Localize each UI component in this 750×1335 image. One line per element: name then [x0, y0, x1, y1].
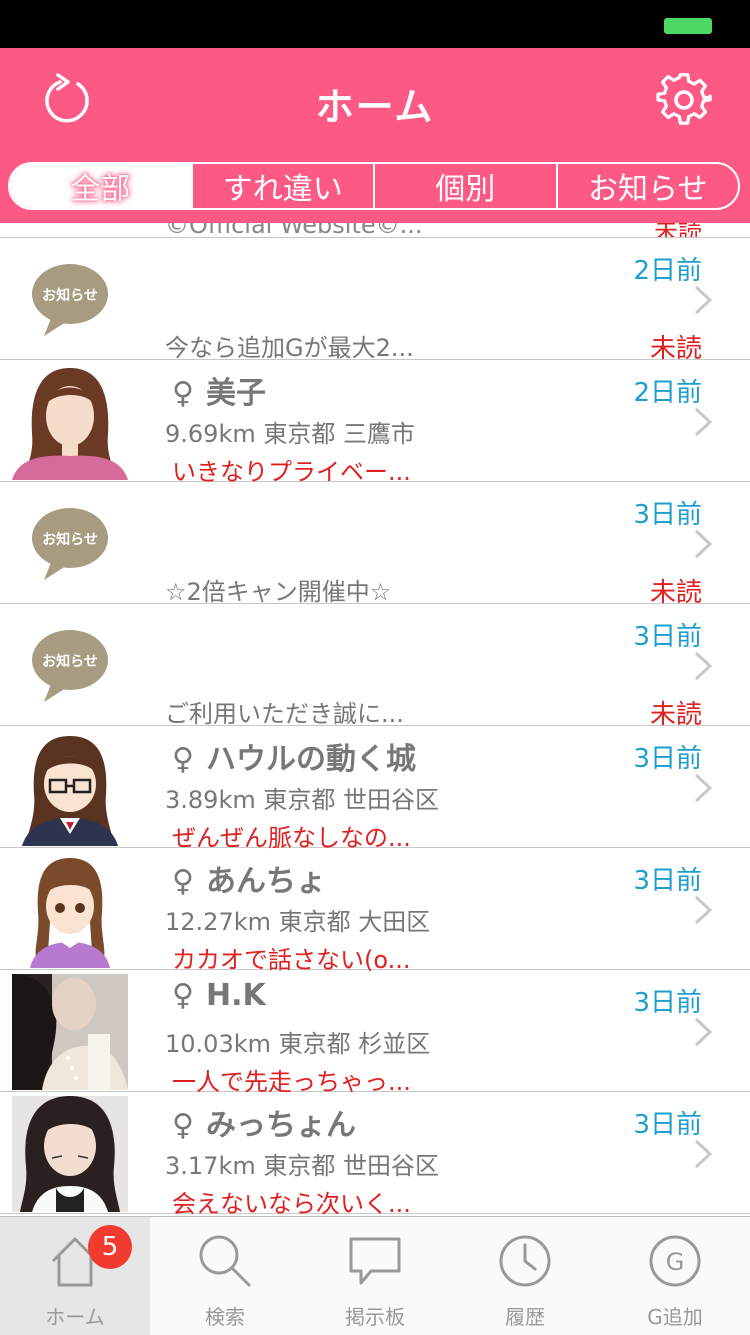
notification-badge: 5 [88, 1225, 132, 1269]
list-item[interactable]: お知らせ 3日前 ☆2倍キャン開催中☆ 未読 [0, 482, 750, 608]
time-label: 3日前 [633, 988, 702, 1018]
female-icon: ♀ [172, 742, 194, 777]
time-label: 3日前 [633, 622, 702, 652]
chevron-right-icon [694, 773, 713, 803]
female-icon: ♀ [172, 978, 194, 1013]
avatar[interactable] [12, 1096, 128, 1212]
list-item[interactable]: ♀ ハウルの動く城 3日前 3.89km 東京都 世田谷区 ぜんぜん脈なしなの..… [0, 726, 750, 852]
list-item[interactable]: ♀ 美子 2日前 9.69km 東京都 三鷹市 いきなりプライベー... [0, 360, 750, 486]
notice-bubble-icon: お知らせ [32, 630, 108, 702]
list-item[interactable]: ♀ H.K 3日前 10.03km 東京都 杉並区 一人で先走っちゃっ... [0, 970, 750, 1096]
female-icon: ♀ [172, 376, 194, 411]
list-item[interactable]: ♀ みっちょん 3日前 3.17km 東京都 世田谷区 会えないなら次いく... [0, 1092, 750, 1216]
tab-search[interactable]: 検索 [150, 1217, 300, 1335]
segment-notices[interactable]: お知らせ [558, 164, 739, 208]
list-item[interactable]: お知らせ 2日前 今なら追加Gが最大2... 未読 [0, 238, 750, 364]
avatar[interactable] [12, 852, 128, 968]
avatar[interactable] [12, 730, 128, 846]
time-label: 3日前 [633, 1110, 702, 1140]
time-label: 2日前 [633, 256, 702, 286]
notice-bubble-icon: お知らせ [32, 508, 108, 580]
settings-button[interactable] [656, 72, 712, 128]
notice-bubble-label: お知らせ [42, 531, 98, 548]
status-bar [0, 0, 750, 48]
notice-preview: ☆2倍キャン開催中☆ [165, 578, 392, 606]
notice-preview: 今なら追加Gが最大2... [165, 334, 414, 362]
notice-preview: ご利用いただき誠に... [165, 700, 404, 728]
user-name: ♀ ハウルの動く城 [172, 742, 416, 777]
page-title: ホーム [315, 85, 435, 129]
list-item[interactable]: ©Official Website©... 未読 [0, 223, 750, 238]
battery-icon [664, 18, 712, 34]
nav-bar: ホーム [0, 48, 750, 153]
chevron-right-icon [694, 1017, 713, 1047]
user-name: ♀ H.K [172, 978, 266, 1013]
chevron-right-icon [694, 407, 713, 437]
segment-passing[interactable]: すれ違い [193, 164, 375, 208]
list-item[interactable]: お知らせ 3日前 ご利用いただき誠に... 未読 [0, 604, 750, 730]
list-item[interactable]: ♀ あんちょ 3日前 12.27km 東京都 大田区 カカオで話さない(o... [0, 848, 750, 974]
svg-text:G: G [666, 1248, 685, 1276]
tab-add-g[interactable]: G G追加 [600, 1217, 750, 1335]
clock-icon [499, 1235, 551, 1287]
tab-board[interactable]: 掲示板 [300, 1217, 450, 1335]
user-location: 3.89km 東京都 世田谷区 [165, 786, 439, 814]
user-location: 10.03km 東京都 杉並区 [165, 1030, 431, 1058]
user-name: ♀ 美子 [172, 376, 266, 411]
chevron-right-icon [694, 285, 713, 315]
chevron-right-icon [694, 1139, 713, 1169]
notice-bubble-label: お知らせ [42, 287, 98, 304]
tab-bar: 5 ホーム 検索 掲示板 履歴 G G追加 [0, 1216, 750, 1335]
notice-bubble-icon: お知らせ [32, 264, 108, 336]
user-location: 3.17km 東京都 世田谷区 [165, 1152, 439, 1180]
tab-history[interactable]: 履歴 [450, 1217, 600, 1335]
g-coin-icon: G [649, 1235, 701, 1287]
user-location: 9.69km 東京都 三鷹市 [165, 420, 415, 448]
message-list[interactable]: ©Official Website©... 未読 お知らせ 2日前 今なら追加G… [0, 223, 750, 1216]
user-location: 12.27km 東京都 大田区 [165, 908, 431, 936]
tab-label: 検索 [205, 1305, 245, 1329]
female-icon: ♀ [172, 1108, 194, 1143]
speech-bubble-icon [349, 1237, 401, 1285]
notice-bubble-label: お知らせ [42, 653, 98, 670]
tab-label: G追加 [647, 1305, 703, 1329]
segment-bar: 全部 すれ違い 個別 お知らせ [0, 153, 750, 223]
time-label: 2日前 [633, 378, 702, 408]
tab-home[interactable]: 5 ホーム [0, 1217, 150, 1335]
avatar[interactable] [12, 974, 128, 1090]
time-label: 3日前 [633, 866, 702, 896]
unread-label: 未読 [654, 223, 702, 238]
avatar[interactable] [12, 364, 128, 480]
segment-all[interactable]: 全部 [10, 164, 193, 208]
tab-label: 履歴 [505, 1305, 545, 1329]
chevron-right-icon [694, 529, 713, 559]
segment-individual[interactable]: 個別 [375, 164, 558, 208]
notice-preview: ©Official Website©... [165, 223, 423, 238]
time-label: 3日前 [633, 500, 702, 530]
female-icon: ♀ [172, 864, 194, 899]
message-preview: 会えないなら次いく... [172, 1190, 411, 1216]
time-label: 3日前 [633, 744, 702, 774]
segmented-control: 全部 すれ違い 個別 お知らせ [8, 162, 740, 210]
user-name: ♀ あんちょ [172, 864, 326, 899]
gear-icon [656, 73, 712, 125]
chevron-right-icon [694, 895, 713, 925]
search-icon [199, 1235, 251, 1287]
chevron-right-icon [694, 651, 713, 681]
user-name: ♀ みっちょん [172, 1108, 356, 1143]
tab-label: 掲示板 [345, 1305, 405, 1329]
tab-label: ホーム [45, 1305, 105, 1329]
